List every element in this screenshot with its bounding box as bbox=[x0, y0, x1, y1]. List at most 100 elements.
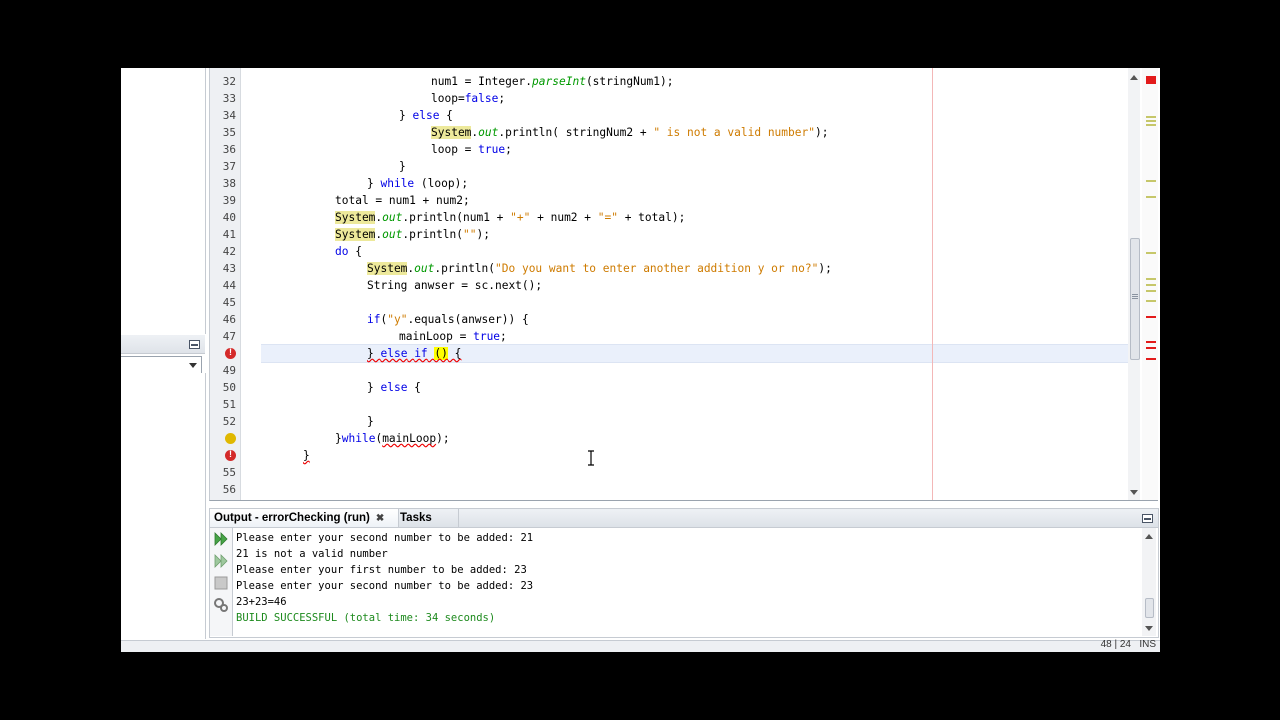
code-token: } bbox=[367, 381, 381, 394]
code-area[interactable]: num1 = Integer.parseInt(stringNum1); loop… bbox=[241, 68, 1138, 500]
line-number: 36 bbox=[222, 143, 236, 156]
projects-panel[interactable] bbox=[121, 68, 206, 334]
scroll-down-icon[interactable] bbox=[1130, 490, 1138, 495]
navigator-panel[interactable] bbox=[121, 373, 206, 639]
code-line[interactable]: System.out.println("Do you want to enter… bbox=[367, 260, 832, 277]
error-status-marker[interactable] bbox=[1146, 76, 1156, 84]
status-bar: 48 | 24 INS bbox=[121, 639, 1160, 652]
tab-tasks[interactable]: Tasks bbox=[396, 509, 459, 527]
error-stripe[interactable] bbox=[1142, 68, 1158, 500]
output-tab-bar: Output - errorChecking (run) ✖ Tasks bbox=[210, 509, 1158, 528]
code-token: out bbox=[414, 262, 435, 275]
code-token: { bbox=[407, 381, 421, 394]
error-mark[interactable] bbox=[1146, 341, 1156, 343]
line-number: 50 bbox=[222, 381, 236, 394]
stripe-mark[interactable] bbox=[1146, 284, 1156, 286]
minimize-icon[interactable] bbox=[1142, 514, 1153, 523]
code-line[interactable]: do { bbox=[335, 243, 362, 260]
error-mark[interactable] bbox=[1146, 316, 1156, 318]
stripe-mark[interactable] bbox=[1146, 278, 1156, 280]
stripe-mark[interactable] bbox=[1146, 290, 1156, 292]
stripe-mark[interactable] bbox=[1146, 300, 1156, 302]
code-line[interactable]: loop=false; bbox=[431, 90, 505, 107]
code-line[interactable]: num1 = Integer.parseInt(stringNum1); bbox=[431, 73, 674, 90]
code-token: .println( stringNum2 + bbox=[498, 126, 654, 139]
code-line[interactable]: } bbox=[399, 158, 406, 175]
chevron-down-icon bbox=[189, 363, 197, 368]
output-line: Please enter your second number to be ad… bbox=[236, 580, 534, 592]
output-console[interactable]: Please enter your second number to be ad… bbox=[236, 528, 1136, 636]
code-line[interactable]: System.out.println(""); bbox=[335, 226, 490, 243]
code-token: ; bbox=[505, 143, 512, 156]
stripe-mark[interactable] bbox=[1146, 116, 1156, 118]
code-token: total = num1 + num2; bbox=[335, 194, 470, 207]
code-line[interactable]: mainLoop = true; bbox=[399, 328, 507, 345]
scroll-up-icon[interactable] bbox=[1145, 534, 1153, 539]
code-line[interactable]: System.out.println(num1 + "+" + num2 + "… bbox=[335, 209, 685, 226]
error-mark[interactable] bbox=[1146, 358, 1156, 360]
code-line[interactable]: } else { bbox=[367, 379, 421, 396]
code-line[interactable]: String anwser = sc.next(); bbox=[367, 277, 542, 294]
line-number: 39 bbox=[222, 194, 236, 207]
minimize-icon[interactable] bbox=[189, 340, 200, 349]
editor-scroll-thumb[interactable] bbox=[1130, 238, 1140, 360]
tab-tasks-label: Tasks bbox=[400, 512, 432, 524]
code-token: { bbox=[447, 347, 462, 360]
stripe-mark[interactable] bbox=[1146, 252, 1156, 254]
rerun-icon[interactable] bbox=[213, 531, 229, 547]
code-token: System bbox=[335, 228, 376, 241]
output-line: 23+23=46 bbox=[236, 596, 287, 608]
code-token: while bbox=[341, 432, 376, 445]
stripe-mark[interactable] bbox=[1146, 120, 1156, 122]
output-line: Please enter your second number to be ad… bbox=[236, 532, 534, 544]
rerun-with-params-icon[interactable] bbox=[213, 553, 229, 569]
code-token: else bbox=[380, 347, 408, 360]
code-line[interactable]: } else if () { bbox=[367, 345, 461, 362]
code-editor[interactable]: 32 33 34 35 36 37 38 39 40 41 42 43 44 45 46 47 49 50 51 52… bbox=[209, 68, 1158, 501]
tab-output[interactable]: Output - errorChecking (run) ✖ bbox=[210, 509, 399, 527]
insert-mode: INS bbox=[1139, 639, 1156, 650]
output-vertical-scrollbar[interactable] bbox=[1142, 528, 1156, 636]
code-token: .equals(anwser)) { bbox=[407, 313, 529, 326]
settings-icon[interactable] bbox=[213, 597, 229, 613]
line-number: 32 bbox=[222, 75, 236, 88]
code-token: ); bbox=[814, 126, 829, 139]
scroll-down-icon[interactable] bbox=[1145, 626, 1153, 631]
right-margin-guide bbox=[932, 68, 933, 500]
code-token: while bbox=[380, 177, 415, 190]
code-token: mainLoop = bbox=[399, 330, 474, 343]
stripe-mark[interactable] bbox=[1146, 124, 1156, 126]
code-line[interactable]: if("y".equals(anwser)) { bbox=[367, 311, 529, 328]
error-mark[interactable] bbox=[1146, 347, 1156, 349]
navigator-combo[interactable] bbox=[121, 356, 202, 374]
stripe-mark[interactable] bbox=[1146, 196, 1156, 198]
code-token: false bbox=[464, 92, 499, 105]
output-window[interactable]: Output - errorChecking (run) ✖ Tasks Plea… bbox=[209, 508, 1159, 638]
code-line[interactable]: } while (loop); bbox=[367, 175, 468, 192]
line-number: 44 bbox=[222, 279, 236, 292]
code-token: "y" bbox=[387, 313, 408, 326]
code-line[interactable]: } else { bbox=[399, 107, 453, 124]
line-number-gutter: 32 33 34 35 36 37 38 39 40 41 42 43 44 45 46 47 49 50 51 52… bbox=[210, 68, 241, 500]
code-line[interactable]: }while(mainLoop); bbox=[335, 430, 450, 447]
scroll-up-icon[interactable] bbox=[1130, 75, 1138, 80]
code-line[interactable]: } bbox=[303, 447, 310, 464]
code-line[interactable]: System.out.println( stringNum2 + " is no… bbox=[431, 124, 828, 141]
code-token: } bbox=[367, 415, 374, 428]
code-line[interactable]: loop = true; bbox=[431, 141, 512, 158]
stripe-mark[interactable] bbox=[1146, 180, 1156, 182]
error-icon[interactable] bbox=[225, 449, 236, 461]
output-line: 21 is not a valid number bbox=[236, 548, 388, 560]
output-scroll-thumb[interactable] bbox=[1145, 598, 1154, 618]
stop-icon[interactable] bbox=[213, 575, 229, 591]
warning-bulb-icon[interactable] bbox=[225, 433, 236, 444]
close-tab-icon[interactable]: ✖ bbox=[376, 513, 384, 524]
editor-vertical-scrollbar[interactable] bbox=[1128, 68, 1140, 500]
code-line[interactable]: } bbox=[367, 413, 374, 430]
code-token: } bbox=[303, 449, 310, 462]
code-line[interactable]: total = num1 + num2; bbox=[335, 192, 470, 209]
code-token: do bbox=[335, 245, 349, 258]
ide-window: 32 33 34 35 36 37 38 39 40 41 42 43 44 45 46 47 49 50 51 52… bbox=[121, 68, 1160, 652]
error-icon[interactable] bbox=[225, 347, 236, 359]
code-token: if bbox=[367, 313, 381, 326]
